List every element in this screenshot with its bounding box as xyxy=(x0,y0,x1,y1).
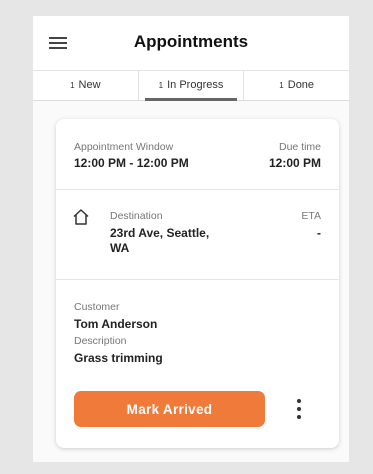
tab-count: 1 xyxy=(158,81,164,90)
app-screen: Appointments 1 New 1 In Progress 1 Done App… xyxy=(33,16,349,462)
tab-in-progress[interactable]: 1 In Progress xyxy=(137,71,244,101)
appointment-card: Appointment Window 12:00 PM - 12:00 PM D… xyxy=(56,119,339,448)
due-time-label: Due time xyxy=(278,141,321,153)
status-tabs: 1 New 1 In Progress 1 Done xyxy=(33,70,349,101)
customer-label: Customer xyxy=(74,301,120,313)
destination-value: 23rd Ave, Seattle, WA xyxy=(110,226,210,255)
appointment-window-value: 12:00 PM - 12:00 PM xyxy=(74,156,189,170)
eta-label: ETA xyxy=(301,210,321,222)
appointment-window-label: Appointment Window xyxy=(74,141,174,153)
tab-new[interactable]: 1 New xyxy=(33,71,138,100)
header: Appointments xyxy=(33,16,349,70)
tab-count: 1 xyxy=(279,81,284,90)
eta-value: - xyxy=(317,226,321,240)
description-label: Description xyxy=(74,335,127,347)
mark-arrived-button[interactable]: Mark Arrived xyxy=(74,391,265,427)
page-title: Appointments xyxy=(133,32,249,51)
customer-value: Tom Anderson xyxy=(74,317,158,331)
destination-label: Destination xyxy=(110,210,163,222)
tab-label: In Progress xyxy=(167,79,224,91)
tab-label: Done xyxy=(287,79,315,91)
appointment-time-section: Appointment Window 12:00 PM - 12:00 PM D… xyxy=(56,119,339,190)
due-time-value: 12:00 PM xyxy=(268,156,321,170)
destination-section: Destination 23rd Ave, Seattle, WA ETA - xyxy=(56,190,339,280)
description-value: Grass trimming xyxy=(74,351,163,365)
tab-count: 1 xyxy=(70,81,75,90)
tab-done[interactable]: 1 Done xyxy=(243,71,349,100)
tab-label: New xyxy=(78,79,101,91)
home-icon xyxy=(73,209,89,225)
more-vertical-icon[interactable] xyxy=(288,398,310,420)
